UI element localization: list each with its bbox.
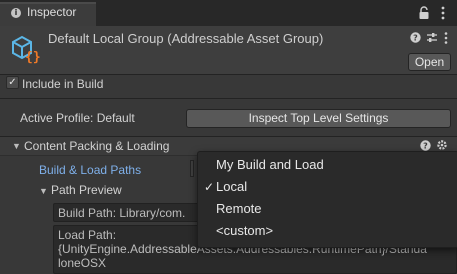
help-icon[interactable]: ? [410, 32, 421, 43]
checkmark-icon: ✓ [204, 180, 215, 194]
menu-item-local[interactable]: ✓ Local [198, 176, 456, 198]
open-button[interactable]: Open [408, 53, 451, 71]
path-preview-label: Path Preview [51, 183, 122, 197]
header-divider [0, 74, 457, 75]
menu-item-label: Local [216, 179, 248, 194]
page-title: Default Local Group (Addressable Asset G… [48, 31, 324, 46]
include-in-build-label: Include in Build [22, 77, 104, 91]
build-load-paths-label: Build & Load Paths [39, 163, 142, 177]
help-icon[interactable]: ? [420, 140, 431, 151]
foldout-arrow-icon[interactable]: ▼ [12, 141, 21, 151]
kebab-icon[interactable] [443, 31, 449, 45]
svg-text:?: ? [423, 142, 428, 151]
section-title: Content Packing & Loading [24, 139, 170, 153]
menu-item-my-build-and-load[interactable]: My Build and Load [198, 154, 456, 176]
menu-item-custom[interactable]: <custom> [198, 220, 456, 242]
menu-item-label: <custom> [216, 223, 274, 238]
inspect-top-level-settings-button[interactable]: Inspect Top Level Settings [186, 109, 451, 128]
lock-icon[interactable] [418, 6, 430, 20]
include-in-build-checkbox[interactable]: ✓ [6, 76, 19, 89]
menu-item-label: Remote [216, 201, 262, 216]
presets-icon[interactable] [426, 32, 438, 43]
svg-text:?: ? [413, 34, 418, 43]
addressable-group-icon: {} [12, 35, 41, 65]
divider [0, 98, 457, 99]
build-path-value: Build Path: Library/com. [58, 206, 186, 220]
active-profile-label: Active Profile: Default [20, 111, 135, 125]
tab-inspector-label: Inspector [27, 5, 77, 19]
info-icon: i [11, 8, 21, 18]
build-load-paths-menu: My Build and Load ✓ Local Remote <custom… [197, 151, 457, 248]
settings-icon[interactable] [436, 139, 448, 151]
checkmark-icon: ✓ [8, 77, 17, 88]
build-load-paths-dropdown[interactable] [190, 160, 194, 177]
more-icon[interactable] [440, 5, 446, 21]
menu-item-remote[interactable]: Remote [198, 198, 456, 220]
svg-text:{}: {} [25, 50, 41, 65]
menu-item-label: My Build and Load [216, 157, 324, 172]
foldout-arrow-icon[interactable]: ▼ [39, 186, 48, 196]
load-path-line2: loneOSX [58, 256, 107, 270]
